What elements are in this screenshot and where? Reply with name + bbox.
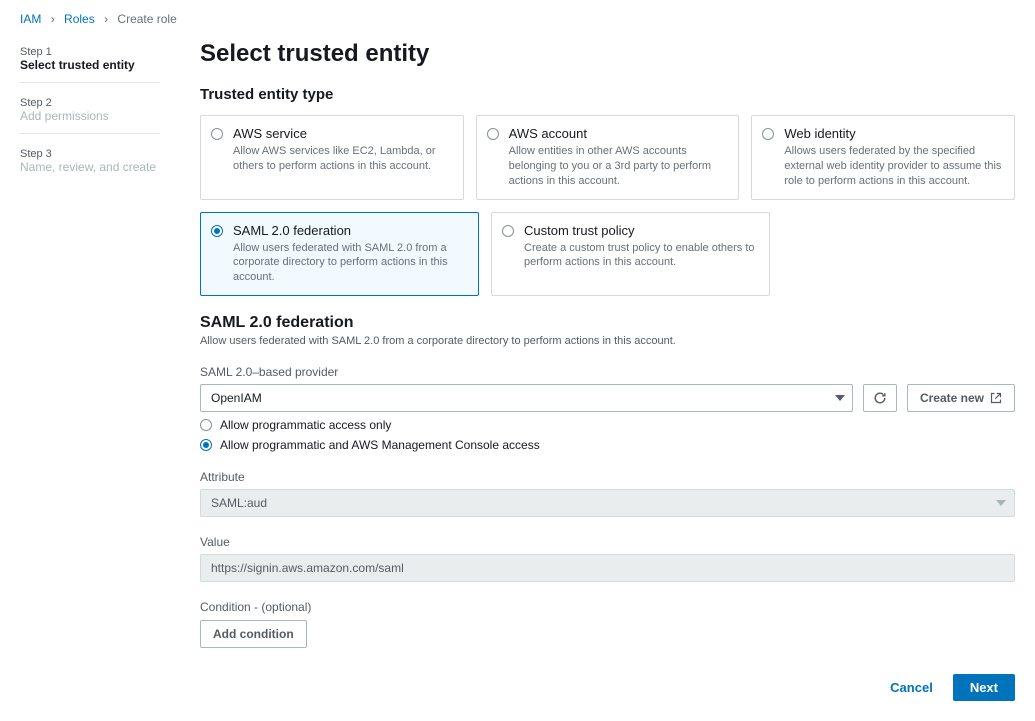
radio-icon [487,128,499,140]
breadcrumb-current: Create role [117,12,176,26]
card-saml-federation[interactable]: SAML 2.0 federation Allow users federate… [200,212,479,297]
breadcrumb-roles[interactable]: Roles [64,12,95,26]
access-both-radio[interactable]: Allow programmatic and AWS Management Co… [200,438,1015,452]
chevron-right-icon: › [104,12,108,26]
radio-icon [200,419,212,431]
step-title: Add permissions [20,109,160,123]
attribute-value: SAML:aud [211,496,267,510]
saml-section-heading: SAML 2.0 federation [200,314,1015,332]
step-label: Step 1 [20,46,160,58]
trusted-entity-type-heading: Trusted entity type [200,86,1015,103]
step-title: Name, review, and create [20,160,160,174]
access-both-label: Allow programmatic and AWS Management Co… [220,438,540,452]
radio-icon [211,128,223,140]
step-1[interactable]: Step 1 Select trusted entity [20,40,160,83]
radio-icon [762,128,774,140]
card-desc: Allows users federated by the specified … [784,144,1002,189]
wizard-steps: Step 1 Select trusted entity Step 2 Add … [20,40,160,701]
radio-icon [200,439,212,451]
condition-label: Condition - (optional) [200,600,1015,614]
provider-select-value: OpenIAM [200,384,853,412]
card-desc: Allow entities in other AWS accounts bel… [509,144,727,189]
value-input [200,554,1015,582]
card-title: Custom trust policy [524,223,757,238]
refresh-icon [873,391,887,405]
step-3: Step 3 Name, review, and create [20,142,160,184]
external-link-icon [990,392,1002,404]
add-condition-button[interactable]: Add condition [200,620,307,648]
provider-label: SAML 2.0–based provider [200,365,1015,379]
step-2: Step 2 Add permissions [20,91,160,134]
page-title: Select trusted entity [200,40,1015,68]
card-desc: Allow AWS services like EC2, Lambda, or … [233,144,451,174]
create-new-label: Create new [920,391,984,405]
radio-icon [502,225,514,237]
card-desc: Allow users federated with SAML 2.0 from… [233,241,466,286]
cancel-button[interactable]: Cancel [880,674,943,701]
saml-section-desc: Allow users federated with SAML 2.0 from… [200,335,1015,347]
refresh-button[interactable] [863,384,897,412]
caret-down-icon [996,500,1006,506]
attribute-label: Attribute [200,470,1015,484]
caret-down-icon [835,395,845,401]
breadcrumb-iam[interactable]: IAM [20,12,41,26]
access-programmatic-label: Allow programmatic access only [220,418,391,432]
card-title: AWS service [233,126,451,141]
card-desc: Create a custom trust policy to enable o… [524,241,757,271]
provider-select[interactable]: OpenIAM [200,384,853,412]
access-programmatic-radio[interactable]: Allow programmatic access only [200,418,1015,432]
next-button[interactable]: Next [953,674,1015,701]
value-label: Value [200,535,1015,549]
create-new-button[interactable]: Create new [907,384,1015,412]
radio-icon [211,225,223,237]
card-aws-account[interactable]: AWS account Allow entities in other AWS … [476,115,740,200]
breadcrumb: IAM › Roles › Create role [20,8,1015,40]
step-label: Step 3 [20,148,160,160]
card-aws-service[interactable]: AWS service Allow AWS services like EC2,… [200,115,464,200]
attribute-select: SAML:aud [200,489,1015,517]
step-label: Step 2 [20,97,160,109]
card-custom-trust-policy[interactable]: Custom trust policy Create a custom trus… [491,212,770,297]
card-title: AWS account [509,126,727,141]
card-title: Web identity [784,126,1002,141]
add-condition-label: Add condition [213,627,294,641]
step-title: Select trusted entity [20,58,160,72]
card-web-identity[interactable]: Web identity Allows users federated by t… [751,115,1015,200]
chevron-right-icon: › [51,12,55,26]
card-title: SAML 2.0 federation [233,223,466,238]
